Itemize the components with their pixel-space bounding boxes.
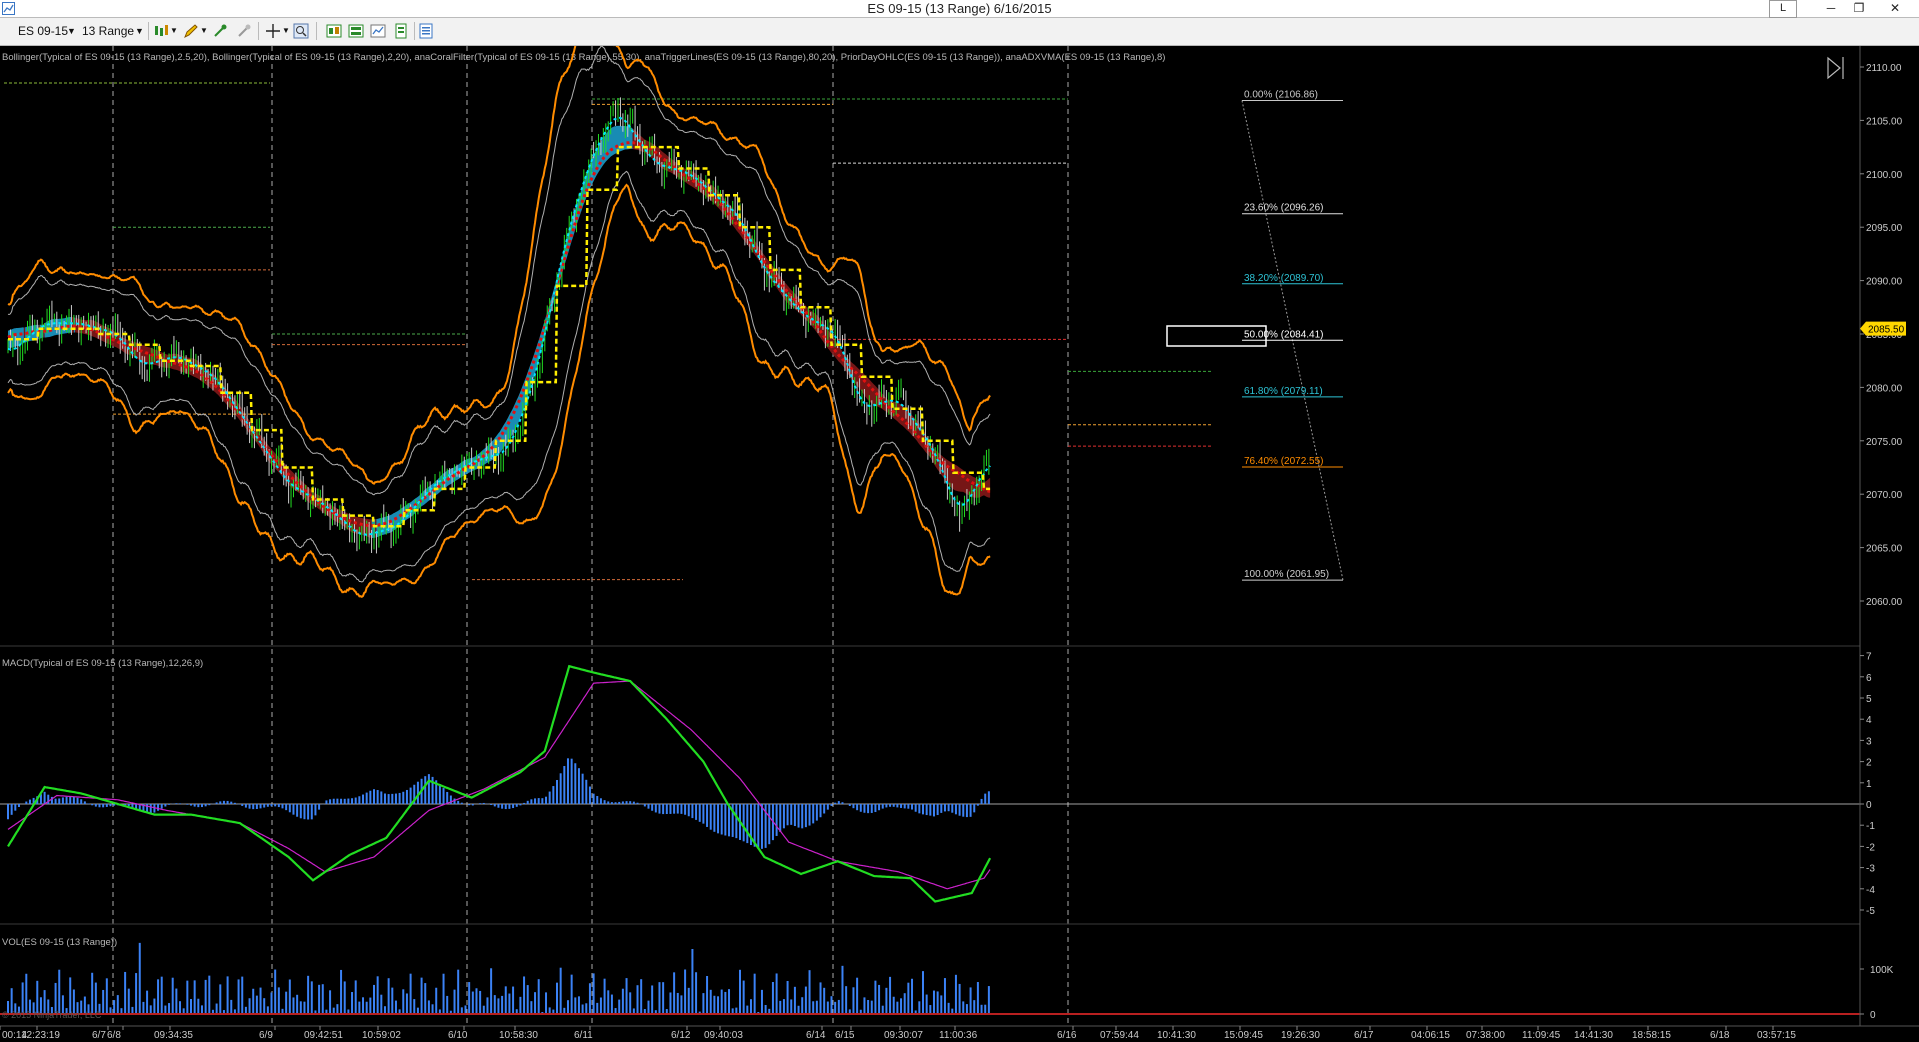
toolbar-separator xyxy=(148,22,149,40)
macd-axis-label: -4 xyxy=(1866,885,1875,896)
fib-level-label: 50.00% (2084.41) xyxy=(1244,329,1324,340)
macd-axis-label: 3 xyxy=(1866,736,1872,747)
title-bar: ES 09-15 (13 Range) 6/16/2015 L ─ ❐ ✕ xyxy=(0,0,1919,18)
macd-axis-label: 1 xyxy=(1866,779,1872,790)
time-axis-label: 11:00:36 xyxy=(939,1030,978,1041)
fib-level-label: 100.00% (2061.95) xyxy=(1244,569,1329,580)
chart-toolbar: ES 09-15 ▼ 13 Range ▼ ▼ ▼ ▼ xyxy=(0,18,1919,46)
macd-axis-label: 0 xyxy=(1866,800,1872,811)
macd-axis-label: -2 xyxy=(1866,842,1875,853)
time-axis-label: 11:09:45 xyxy=(1522,1030,1561,1041)
close-button[interactable]: ✕ xyxy=(1882,0,1908,17)
time-axis-label: 09:34:35 xyxy=(154,1030,193,1041)
fib-level-label: 23.60% (2096.26) xyxy=(1244,203,1324,214)
coral-band-segment xyxy=(371,519,376,538)
time-axis-label: 14:41:30 xyxy=(1574,1030,1613,1041)
dimmed-draw-icon[interactable] xyxy=(236,23,252,39)
time-axis-label: 04:06:15 xyxy=(1411,1030,1450,1041)
properties-icon[interactable] xyxy=(418,23,434,39)
time-axis-label: 6/14 xyxy=(806,1030,826,1041)
instrument-selector[interactable]: ES 09-15 xyxy=(18,22,68,40)
time-axis-label: 10:41:30 xyxy=(1157,1030,1196,1041)
crosshair-icon[interactable] xyxy=(265,23,281,39)
time-axis-label: 10:58:30 xyxy=(499,1030,538,1041)
macd-label: MACD(Typical of ES 09-15 (13 Range),12,2… xyxy=(2,658,203,669)
fib-level-label: 76.40% (2072.55) xyxy=(1244,456,1324,467)
zoom-icon[interactable] xyxy=(293,23,309,39)
indicators-icon[interactable] xyxy=(348,23,364,39)
time-axis-label: 07:38:00 xyxy=(1466,1030,1505,1041)
macd-axis-label: 4 xyxy=(1866,715,1872,726)
price-axis-label: 2070.00 xyxy=(1866,490,1903,501)
macd-axis-label: 5 xyxy=(1866,694,1872,705)
time-axis-label: 19:26:30 xyxy=(1281,1030,1320,1041)
bar-style-icon[interactable] xyxy=(153,23,169,39)
instrument-dropdown-icon[interactable]: ▼ xyxy=(67,22,76,40)
price-axis-label: 2100.00 xyxy=(1866,170,1903,181)
data-box-icon[interactable] xyxy=(326,23,342,39)
macd-axis-label: -5 xyxy=(1866,906,1875,917)
fib-level-label: 0.00% (2106.86) xyxy=(1244,90,1318,101)
price-axis-label: 2060.00 xyxy=(1866,597,1903,608)
volume-label: VOL(ES 09-15 (13 Range)) xyxy=(2,937,117,948)
minimize-button[interactable]: ─ xyxy=(1818,0,1844,17)
toolbar-separator xyxy=(258,22,259,40)
time-axis-label: 6/12 xyxy=(671,1030,691,1041)
price-axis-label: 2080.00 xyxy=(1866,383,1903,394)
chart-area[interactable]: Bollinger(Typical of ES 09-15 (13 Range)… xyxy=(0,46,1919,1042)
time-axis-label: 09:42:51 xyxy=(304,1030,343,1041)
time-axis-label: 6/9 xyxy=(259,1030,273,1041)
price-axis-label: 2095.00 xyxy=(1866,223,1903,234)
time-axis-label: 6/11 xyxy=(574,1030,593,1041)
time-axis-label: 6/17 xyxy=(1354,1030,1374,1041)
time-axis-label: 6/7 xyxy=(92,1030,106,1041)
strategy-icon[interactable] xyxy=(370,23,386,39)
time-axis-label: 6/8 xyxy=(107,1030,121,1041)
drawing-pencil-icon[interactable] xyxy=(183,23,199,39)
time-axis-label: 09:40:03 xyxy=(704,1030,743,1041)
time-axis-label: 10:59:02 xyxy=(362,1030,401,1041)
time-axis-label: 6/15 xyxy=(835,1030,855,1041)
macd-axis-label: -3 xyxy=(1866,864,1875,875)
fib-level-label: 61.80% (2079.11) xyxy=(1244,386,1323,397)
drawing-dropdown-icon[interactable]: ▼ xyxy=(200,22,208,40)
toolbar-separator xyxy=(316,22,317,40)
bar-style-dropdown-icon[interactable]: ▼ xyxy=(170,22,178,40)
price-axis-label: 2110.00 xyxy=(1866,63,1902,74)
time-axis-label: 12:23:19 xyxy=(21,1030,60,1041)
link-button[interactable]: L xyxy=(1769,0,1797,18)
price-axis-label: 2065.00 xyxy=(1866,544,1903,555)
time-axis-label: 18:58:15 xyxy=(1632,1030,1671,1041)
time-axis-label: 6/18 xyxy=(1710,1030,1730,1041)
period-selector[interactable]: 13 Range xyxy=(82,22,134,40)
macd-axis-label: 2 xyxy=(1866,758,1872,769)
volume-axis-label: 0 xyxy=(1870,1010,1876,1021)
price-axis-label: 2105.00 xyxy=(1866,116,1903,127)
period-dropdown-icon[interactable]: ▼ xyxy=(135,22,144,40)
price-axis-label: 2075.00 xyxy=(1866,437,1903,448)
copyright: © 2015 NinjaTrader, LLC xyxy=(2,1010,102,1020)
macd-axis-label: 7 xyxy=(1866,652,1872,663)
time-axis-label: 6/16 xyxy=(1057,1030,1077,1041)
time-axis-label: 09:30:07 xyxy=(884,1030,923,1041)
properties-icon[interactable] xyxy=(393,23,409,39)
crosshair-dropdown-icon[interactable]: ▼ xyxy=(282,22,290,40)
fib-level-label: 38.20% (2089.70) xyxy=(1244,273,1324,284)
macd-axis-label: -1 xyxy=(1866,821,1875,832)
time-axis-label: 07:59:44 xyxy=(1100,1030,1139,1041)
price-indicator-label: Bollinger(Typical of ES 09-15 (13 Range)… xyxy=(2,52,1165,63)
macd-axis-label: 6 xyxy=(1866,673,1872,684)
time-axis-label: 15:09:45 xyxy=(1224,1030,1263,1041)
restore-button[interactable]: ❐ xyxy=(1846,0,1872,17)
time-axis-label: 03:57:15 xyxy=(1757,1030,1796,1041)
price-axis-label: 2090.00 xyxy=(1866,277,1903,288)
toolbar-separator xyxy=(414,22,415,40)
volume-axis-label: 100K xyxy=(1870,965,1894,976)
global-crosshair-icon[interactable] xyxy=(212,23,228,39)
window-title: ES 09-15 (13 Range) 6/16/2015 xyxy=(867,1,1052,16)
time-axis-label: 6/10 xyxy=(448,1030,468,1041)
last-price-label: 2085.50 xyxy=(1868,325,1905,336)
